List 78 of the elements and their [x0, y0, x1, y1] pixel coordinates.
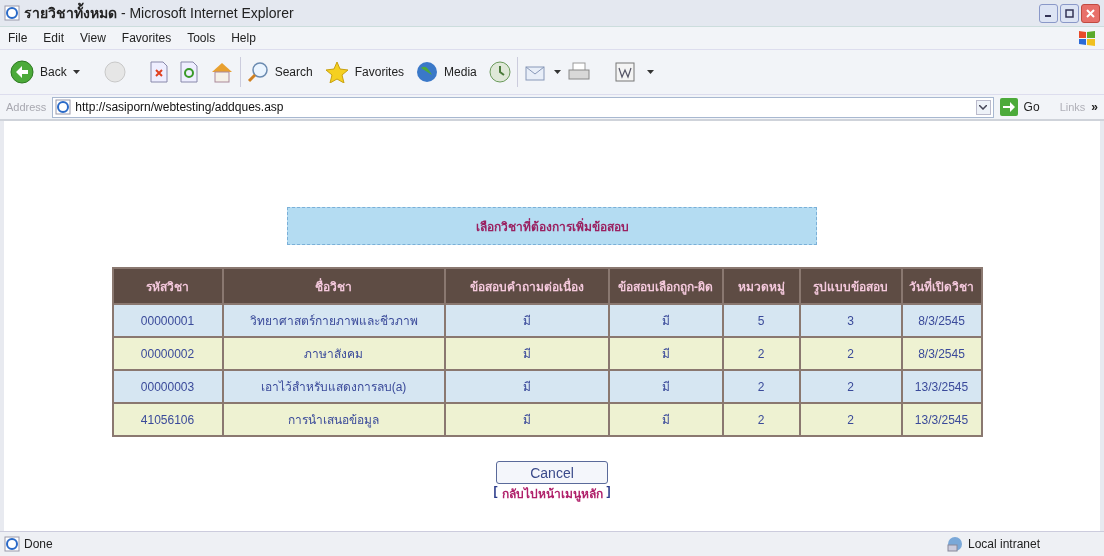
back-to-menu-link[interactable]: กลับไปหน้าเมนูหลัก [501, 484, 603, 503]
menu-item[interactable]: Help [231, 31, 256, 45]
table-cell: มี [609, 305, 722, 336]
stop-icon[interactable] [149, 61, 168, 83]
table-cell: 2 [800, 338, 901, 369]
chevron-button[interactable]: » [1091, 100, 1098, 114]
bracket: [ [493, 484, 498, 500]
bracket: ] [606, 484, 611, 500]
column-header: ข้อสอบคำถามต่อเนื่อง [445, 269, 608, 303]
minimize-button[interactable] [1039, 3, 1058, 23]
globe-page-icon [55, 99, 72, 115]
table-cell: การนำเสนอข้อมูล [223, 404, 444, 435]
refresh-icon[interactable] [179, 61, 198, 83]
table-cell: 5 [723, 305, 799, 336]
table-cell: 2 [723, 338, 799, 369]
table-cell: มี [609, 371, 722, 402]
caret-icon[interactable] [72, 70, 80, 74]
zone-text: Local intranet [967, 537, 1040, 551]
caret-icon[interactable] [553, 70, 561, 74]
toolbar-label[interactable]: Search [274, 65, 313, 79]
windows-logo-icon [1078, 29, 1096, 47]
menu-item[interactable]: Tools [187, 31, 216, 45]
menu-item[interactable]: File [8, 31, 28, 45]
page-icon [4, 536, 20, 552]
table-cell: 13/3/2545 [902, 404, 981, 435]
close-button[interactable] [1081, 3, 1100, 23]
table-cell: เอาไว้สำหรับแสดงการลบ(a) [223, 371, 444, 402]
table-cell: 3 [800, 305, 901, 336]
app-icon [4, 5, 20, 21]
go-button[interactable]: Go [1023, 100, 1040, 114]
column-header: ข้อสอบเลือกถูก-ผิด [609, 269, 722, 303]
maximize-icon[interactable] [1065, 8, 1074, 18]
column-header: หมวดหมู่ [723, 269, 799, 303]
globe-icon[interactable] [416, 61, 439, 83]
table-cell: 13/3/2545 [902, 371, 981, 402]
window-title: รายวิชาทั้งหมด - Microsoft Internet Explorer [24, 2, 294, 24]
table-cell: มี [609, 404, 722, 435]
column-header: รูปแบบข้อสอบ [800, 269, 901, 303]
table-cell: มี [445, 305, 608, 336]
address-label: Address [6, 101, 47, 113]
toolbar-label[interactable]: Back [40, 65, 67, 79]
caret-icon[interactable] [646, 70, 654, 74]
column-header: ชื่อวิชา [223, 269, 444, 303]
table-cell: 00000002 [113, 338, 222, 369]
column-header: วันที่เปิดวิชา [902, 269, 981, 303]
table-cell: มี [445, 338, 608, 369]
close-icon[interactable] [1086, 8, 1095, 18]
table-cell: ภาษาสังคม [223, 338, 444, 369]
table-cell: 8/3/2545 [902, 338, 981, 369]
table-cell: 00000003 [113, 371, 222, 402]
search-icon[interactable] [246, 61, 269, 83]
table-cell: 00000001 [113, 305, 222, 336]
table-cell: 2 [723, 404, 799, 435]
table-cell: 2 [800, 371, 901, 402]
table-cell: วิทยาศาสตร์กายภาพและชีวภาพ [223, 305, 444, 336]
menu-item[interactable]: Favorites [121, 31, 172, 45]
table-cell: 2 [800, 404, 901, 435]
cancel-button[interactable]: Cancel [496, 461, 608, 484]
address-field[interactable]: http://sasiporn/webtesting/addques.asp [52, 96, 994, 118]
table-cell: มี [445, 371, 608, 402]
toolbar-label[interactable]: Media [444, 65, 477, 79]
maximize-button[interactable] [1060, 3, 1079, 23]
menu-item[interactable]: Edit [43, 31, 65, 45]
chevron-down-icon[interactable] [979, 104, 988, 110]
table-cell: มี [609, 338, 722, 369]
star-icon[interactable] [324, 61, 349, 83]
toolbar-label[interactable]: Favorites [354, 65, 405, 79]
column-header: รหัสวิชา [113, 269, 222, 303]
history-icon[interactable] [488, 61, 511, 83]
table-cell: มี [445, 404, 608, 435]
menu-item[interactable]: View [80, 31, 106, 45]
dropdown-button[interactable] [975, 99, 991, 115]
table-cell: 2 [723, 371, 799, 402]
document-icon[interactable] [614, 62, 635, 82]
table-cell: 8/3/2545 [902, 305, 981, 336]
table-cell: 41056106 [113, 404, 222, 435]
status-text: Done [24, 537, 53, 551]
section-heading: เลือกวิชาที่ต้องการเพิ่มข้อสอบ [287, 207, 817, 245]
